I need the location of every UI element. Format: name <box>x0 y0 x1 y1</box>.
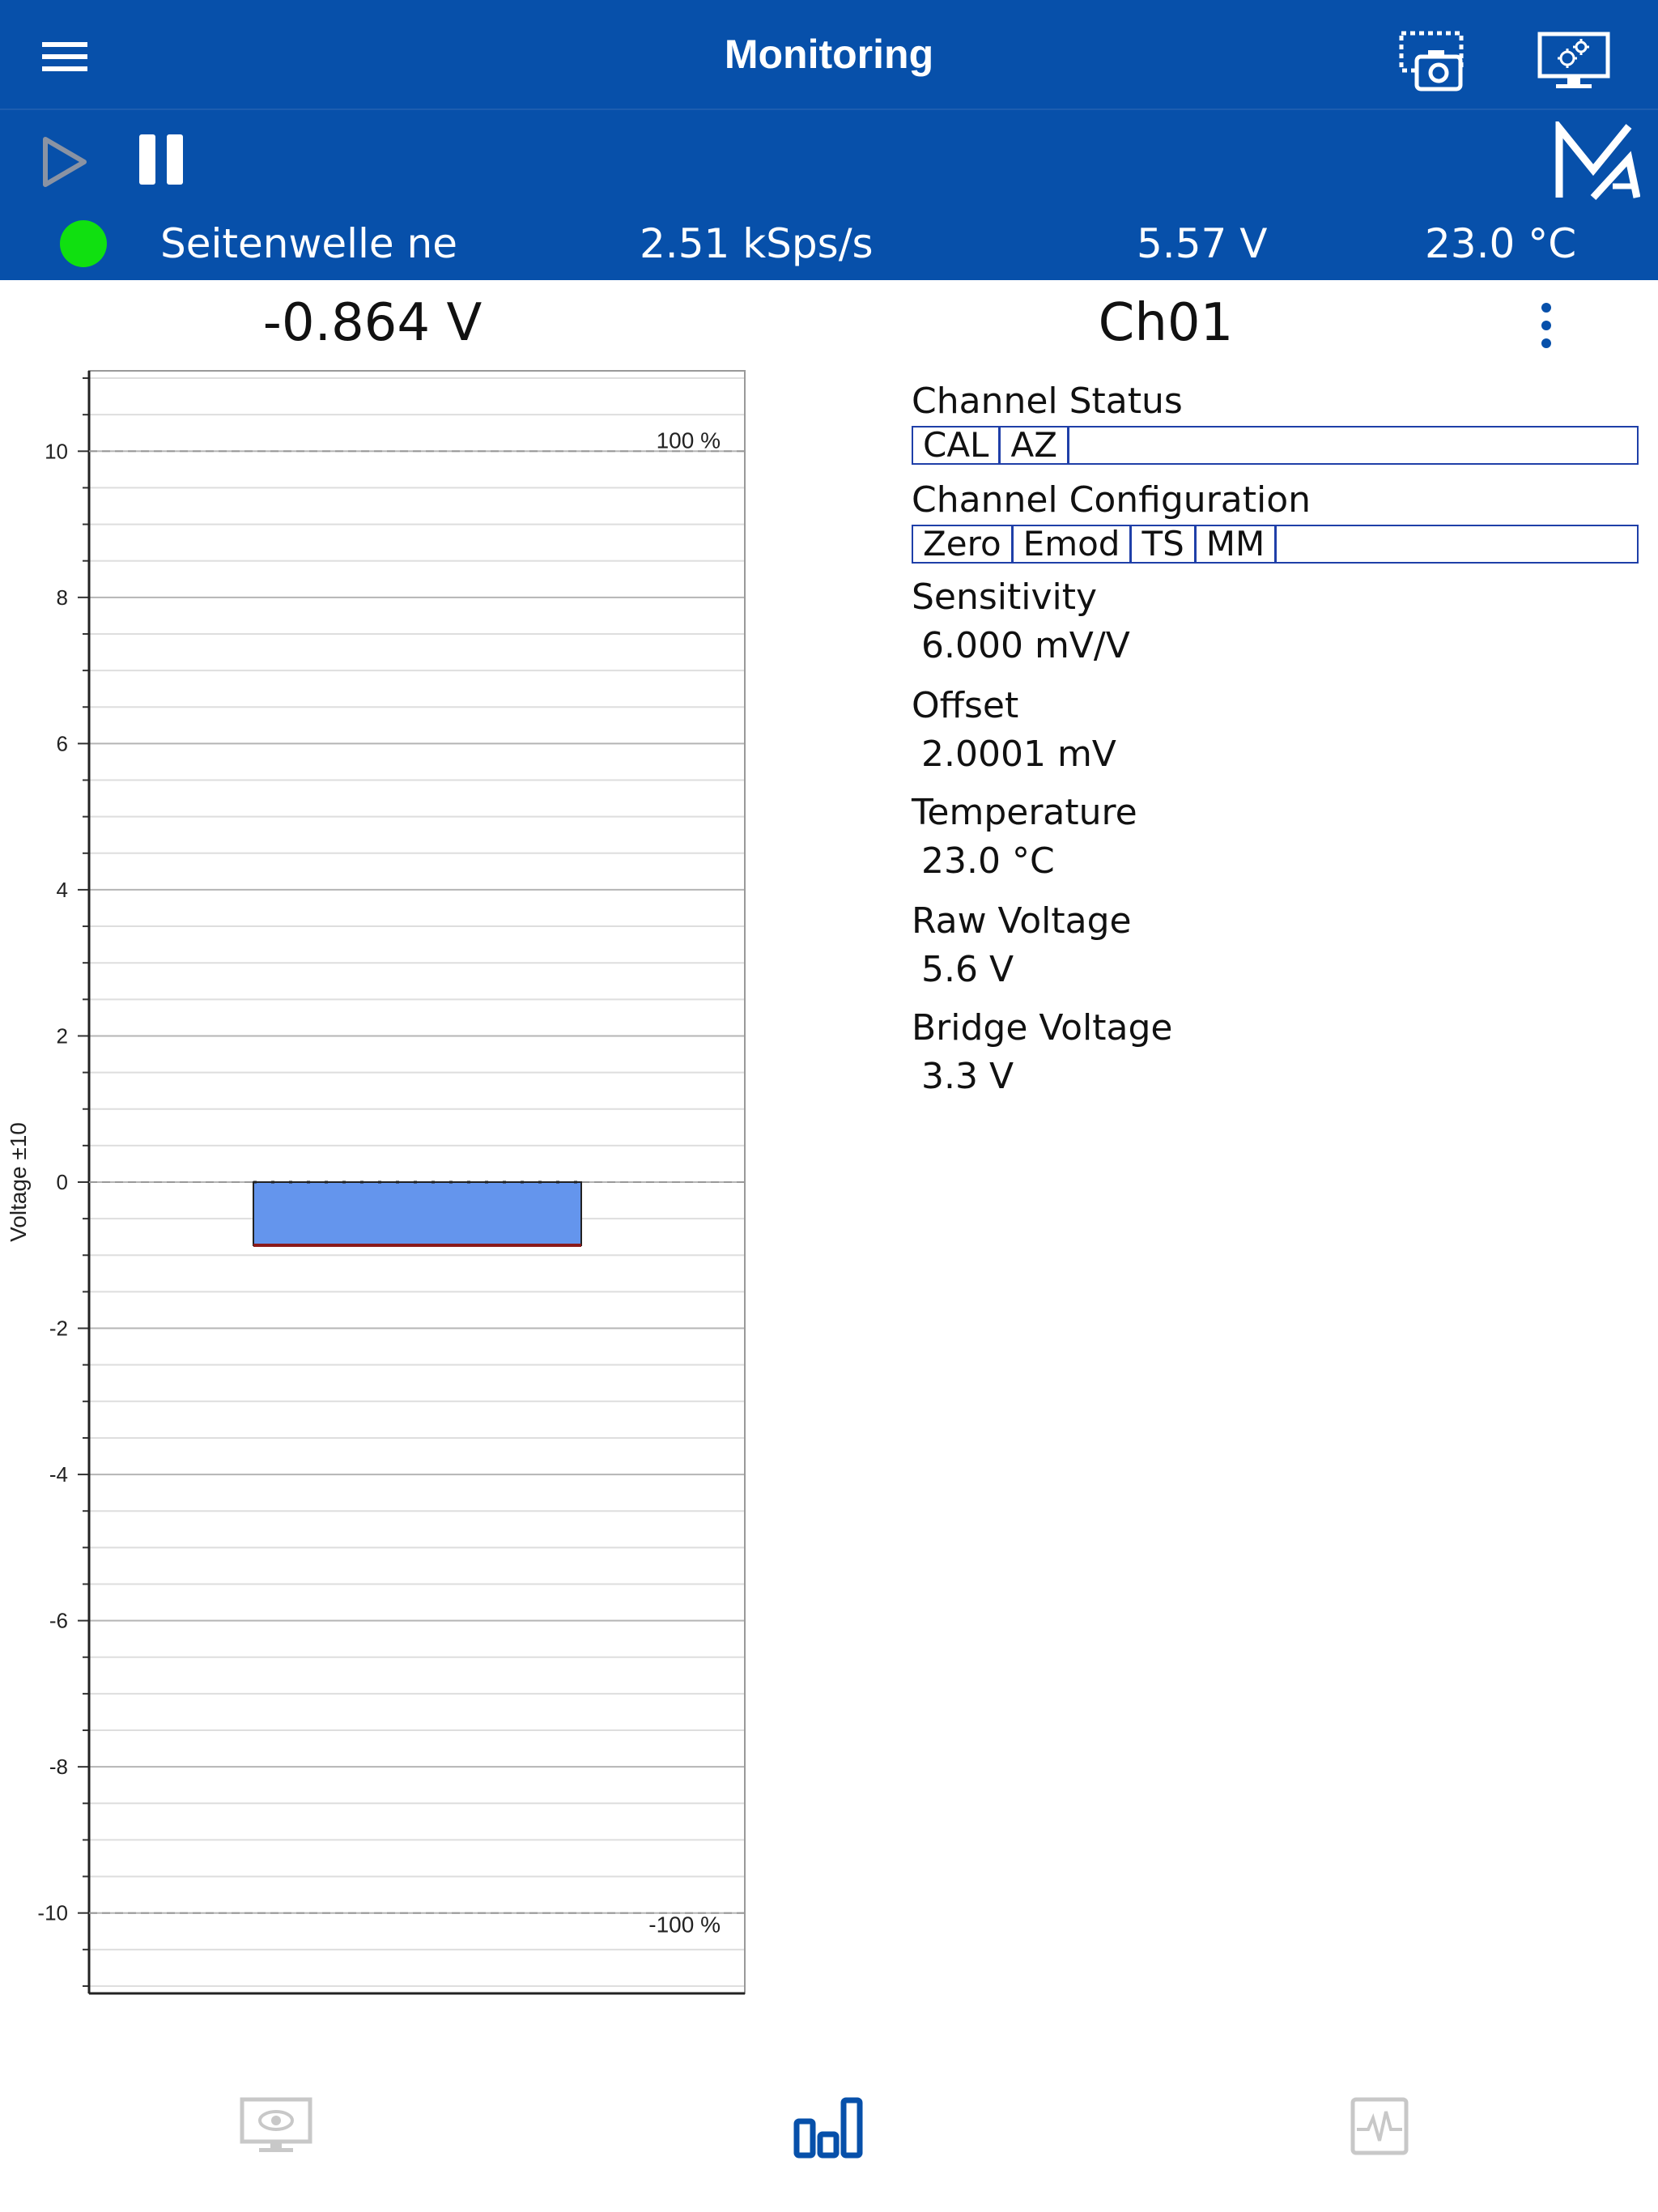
y-tick-label: -10 <box>37 1901 68 1925</box>
temperature-label: Temperature <box>912 792 1137 833</box>
status-tag[interactable]: CAL <box>913 428 1001 463</box>
channel-status-label: Channel Status <box>912 381 1183 422</box>
y-tick-label: 6 <box>57 731 68 755</box>
sensitivity-label: Sensitivity <box>912 576 1098 618</box>
y-tick-label: 4 <box>57 878 68 902</box>
raw-voltage-value: 5.6 V <box>921 949 1014 990</box>
y-tick-label: 8 <box>57 585 68 610</box>
supply-voltage: 5.57 V <box>1137 220 1268 267</box>
monitor-view-icon[interactable] <box>240 2097 312 2155</box>
waveform-icon[interactable] <box>1350 2097 1409 2155</box>
device-status-row: Seitenwelle net 2.51 kSps/s 5.57 V 23.0 … <box>0 212 1658 280</box>
channel-configuration-tags: Zero Emod TS MM <box>912 525 1639 564</box>
y-tick-label: 0 <box>57 1170 68 1194</box>
value-bar <box>253 1181 582 1246</box>
pause-icon[interactable] <box>138 134 186 185</box>
offset-value: 2.0001 mV <box>921 734 1116 775</box>
temperature-value: 23.0 °C <box>921 840 1055 882</box>
title-row: Monitoring <box>0 0 1658 110</box>
config-tag[interactable]: MM <box>1197 526 1278 562</box>
bridge-voltage-label: Bridge Voltage <box>912 1007 1173 1049</box>
config-tag[interactable]: Emod <box>1014 526 1133 562</box>
y-tick-label: 10 <box>45 439 68 463</box>
y-tick-label: -6 <box>49 1609 68 1633</box>
more-options-icon[interactable] <box>1535 303 1558 351</box>
reference-line-label: -100 % <box>648 1912 721 1938</box>
playback-controls <box>0 110 1658 215</box>
connection-status-indicator <box>60 220 107 267</box>
offset-label: Offset <box>912 685 1019 726</box>
config-tag[interactable]: TS <box>1132 526 1197 562</box>
device-name: Seitenwelle net <box>160 220 457 267</box>
voltage-bar-chart: 10 8 6 4 2 0 -2 -4 -6 -8 -10 100 % -100 % Voltage ±10 <box>6 370 746 1995</box>
bar-chart-icon[interactable] <box>793 2097 863 2159</box>
play-icon[interactable] <box>40 134 89 189</box>
device-temperature: 23.0 °C <box>1425 220 1577 267</box>
live-value-readout: -0.864 V <box>262 293 483 353</box>
y-tick-label: 2 <box>57 1023 68 1048</box>
brand-logo <box>1555 121 1640 201</box>
monitor-settings-icon[interactable] <box>1537 31 1611 92</box>
y-axis-title: Voltage ±10 <box>6 1122 31 1242</box>
screenshot-camera-icon[interactable] <box>1399 31 1464 92</box>
raw-voltage-label: Raw Voltage <box>912 900 1132 942</box>
config-tag[interactable]: Zero <box>913 526 1014 562</box>
top-app-bar: Monitoring Seitenwelle net 2.51 kSps/s 5… <box>0 0 1658 280</box>
status-tag[interactable]: AZ <box>1001 428 1069 463</box>
channel-configuration-label: Channel Configuration <box>912 479 1312 521</box>
sensitivity-value: 6.000 mV/V <box>921 625 1130 666</box>
y-tick-label: -2 <box>49 1317 68 1341</box>
bridge-voltage-value: 3.3 V <box>921 1056 1014 1097</box>
sample-rate: 2.51 kSps/s <box>640 220 874 267</box>
reference-line-label: 100 % <box>657 428 721 453</box>
channel-status-tags: CAL AZ <box>912 426 1639 465</box>
channel-name: Ch01 <box>1098 293 1234 353</box>
y-tick-label: -8 <box>49 1755 68 1779</box>
y-tick-label: -4 <box>49 1462 68 1487</box>
